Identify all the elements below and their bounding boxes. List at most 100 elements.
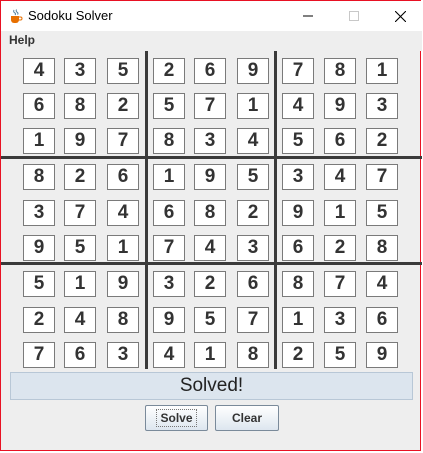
sudoku-cell-r4-c8[interactable]: 4 xyxy=(324,164,356,190)
sudoku-cell-r6-c4[interactable]: 7 xyxy=(153,235,185,261)
sudoku-cell-r4-c2[interactable]: 2 xyxy=(64,164,96,190)
sudoku-cell-r3-c1[interactable]: 1 xyxy=(23,128,55,154)
sudoku-cell-r8-c4[interactable]: 9 xyxy=(153,307,185,333)
sudoku-cell-r2-c8[interactable]: 9 xyxy=(324,93,356,119)
sudoku-cell-r2-c3[interactable]: 2 xyxy=(107,93,139,119)
sudoku-cell-r4-c1[interactable]: 8 xyxy=(23,164,55,190)
maximize-button[interactable] xyxy=(331,1,377,31)
sudoku-cell-r9-c9[interactable]: 9 xyxy=(366,342,398,368)
sudoku-cell-r2-c4[interactable]: 5 xyxy=(153,93,185,119)
window-title: Sodoku Solver xyxy=(28,8,113,23)
sudoku-cell-r9-c3[interactable]: 3 xyxy=(107,342,139,368)
sudoku-cell-r6-c2[interactable]: 5 xyxy=(64,235,96,261)
sudoku-cell-r1-c6[interactable]: 9 xyxy=(237,58,269,84)
box-divider-vertical xyxy=(145,51,148,369)
sudoku-cell-r5-c9[interactable]: 5 xyxy=(366,200,398,226)
sudoku-cell-r8-c7[interactable]: 1 xyxy=(282,307,314,333)
sudoku-cell-r3-c4[interactable]: 8 xyxy=(153,128,185,154)
solve-button[interactable]: Solve xyxy=(145,405,208,431)
sudoku-cell-r6-c6[interactable]: 3 xyxy=(237,235,269,261)
sudoku-cell-r2-c7[interactable]: 4 xyxy=(282,93,314,119)
sudoku-cell-r9-c8[interactable]: 5 xyxy=(324,342,356,368)
sudoku-cell-r2-c5[interactable]: 7 xyxy=(194,93,226,119)
sudoku-cell-r6-c8[interactable]: 2 xyxy=(324,235,356,261)
sudoku-cell-r1-c7[interactable]: 7 xyxy=(282,58,314,84)
sudoku-cell-r1-c2[interactable]: 3 xyxy=(64,58,96,84)
sudoku-cell-r9-c2[interactable]: 6 xyxy=(64,342,96,368)
sudoku-cell-r7-c4[interactable]: 3 xyxy=(153,271,185,297)
sudoku-cell-r5-c6[interactable]: 2 xyxy=(237,200,269,226)
sudoku-cell-r5-c7[interactable]: 9 xyxy=(282,200,314,226)
sudoku-cell-r6-c3[interactable]: 1 xyxy=(107,235,139,261)
sudoku-cell-r5-c1[interactable]: 3 xyxy=(23,200,55,226)
sudoku-cell-r5-c8[interactable]: 1 xyxy=(324,200,356,226)
sudoku-cell-r4-c9[interactable]: 7 xyxy=(366,164,398,190)
sudoku-cell-r8-c1[interactable]: 2 xyxy=(23,307,55,333)
sudoku-cell-r3-c5[interactable]: 3 xyxy=(194,128,226,154)
sudoku-cell-r7-c7[interactable]: 8 xyxy=(282,271,314,297)
sudoku-cell-r3-c8[interactable]: 6 xyxy=(324,128,356,154)
sudoku-cell-r3-c9[interactable]: 2 xyxy=(366,128,398,154)
sudoku-cell-r8-c6[interactable]: 7 xyxy=(237,307,269,333)
sudoku-cell-r6-c5[interactable]: 4 xyxy=(194,235,226,261)
sudoku-cell-r6-c1[interactable]: 9 xyxy=(23,235,55,261)
sudoku-cell-r1-c1[interactable]: 4 xyxy=(23,58,55,84)
sudoku-cell-r6-c7[interactable]: 6 xyxy=(282,235,314,261)
clear-button[interactable]: Clear xyxy=(215,405,279,431)
box-divider-horizontal xyxy=(1,262,422,265)
sudoku-cell-r3-c2[interactable]: 9 xyxy=(64,128,96,154)
sudoku-cell-r7-c8[interactable]: 7 xyxy=(324,271,356,297)
solve-button-label: Solve xyxy=(156,409,197,427)
sudoku-cell-r6-c9[interactable]: 8 xyxy=(366,235,398,261)
sudoku-cell-r9-c1[interactable]: 7 xyxy=(23,342,55,368)
close-button[interactable] xyxy=(377,1,423,31)
minimize-button[interactable] xyxy=(285,1,331,31)
sudoku-cell-r3-c3[interactable]: 7 xyxy=(107,128,139,154)
sudoku-cell-r2-c6[interactable]: 1 xyxy=(237,93,269,119)
minimize-icon xyxy=(303,15,313,17)
sudoku-cell-r8-c2[interactable]: 4 xyxy=(64,307,96,333)
sudoku-cell-r5-c2[interactable]: 7 xyxy=(64,200,96,226)
sudoku-cell-r4-c3[interactable]: 6 xyxy=(107,164,139,190)
sudoku-cell-r9-c5[interactable]: 1 xyxy=(194,342,226,368)
sudoku-cell-r5-c5[interactable]: 8 xyxy=(194,200,226,226)
sudoku-cell-r3-c6[interactable]: 4 xyxy=(237,128,269,154)
sudoku-cell-r9-c7[interactable]: 2 xyxy=(282,342,314,368)
sudoku-cell-r8-c9[interactable]: 6 xyxy=(366,307,398,333)
sudoku-cell-r1-c9[interactable]: 1 xyxy=(366,58,398,84)
app-window: Sodoku Solver Help 435269781682571493197… xyxy=(0,0,422,451)
title-bar[interactable]: Sodoku Solver xyxy=(1,1,422,31)
sudoku-cell-r9-c4[interactable]: 4 xyxy=(153,342,185,368)
sudoku-cell-r4-c5[interactable]: 9 xyxy=(194,164,226,190)
sudoku-cell-r3-c7[interactable]: 5 xyxy=(282,128,314,154)
sudoku-cell-r8-c5[interactable]: 5 xyxy=(194,307,226,333)
sudoku-cell-r7-c3[interactable]: 9 xyxy=(107,271,139,297)
sudoku-cell-r5-c3[interactable]: 4 xyxy=(107,200,139,226)
box-divider-horizontal xyxy=(1,156,422,159)
sudoku-cell-r2-c9[interactable]: 3 xyxy=(366,93,398,119)
sudoku-cell-r7-c2[interactable]: 1 xyxy=(64,271,96,297)
maximize-icon xyxy=(349,11,359,21)
box-divider-vertical xyxy=(274,51,277,369)
menu-help[interactable]: Help xyxy=(9,33,35,47)
sudoku-cell-r5-c4[interactable]: 6 xyxy=(153,200,185,226)
sudoku-cell-r2-c1[interactable]: 6 xyxy=(23,93,55,119)
sudoku-cell-r7-c1[interactable]: 5 xyxy=(23,271,55,297)
sudoku-cell-r4-c7[interactable]: 3 xyxy=(282,164,314,190)
java-cup-icon xyxy=(11,9,23,23)
sudoku-cell-r8-c3[interactable]: 8 xyxy=(107,307,139,333)
sudoku-cell-r1-c8[interactable]: 8 xyxy=(324,58,356,84)
sudoku-cell-r7-c5[interactable]: 2 xyxy=(194,271,226,297)
sudoku-cell-r7-c9[interactable]: 4 xyxy=(366,271,398,297)
menu-bar: Help xyxy=(1,31,422,51)
sudoku-cell-r4-c6[interactable]: 5 xyxy=(237,164,269,190)
sudoku-cell-r2-c2[interactable]: 8 xyxy=(64,93,96,119)
sudoku-cell-r4-c4[interactable]: 1 xyxy=(153,164,185,190)
sudoku-cell-r9-c6[interactable]: 8 xyxy=(237,342,269,368)
sudoku-cell-r1-c4[interactable]: 2 xyxy=(153,58,185,84)
sudoku-cell-r1-c3[interactable]: 5 xyxy=(107,58,139,84)
close-icon xyxy=(394,10,406,22)
sudoku-cell-r8-c8[interactable]: 3 xyxy=(324,307,356,333)
sudoku-cell-r7-c6[interactable]: 6 xyxy=(237,271,269,297)
sudoku-cell-r1-c5[interactable]: 6 xyxy=(194,58,226,84)
